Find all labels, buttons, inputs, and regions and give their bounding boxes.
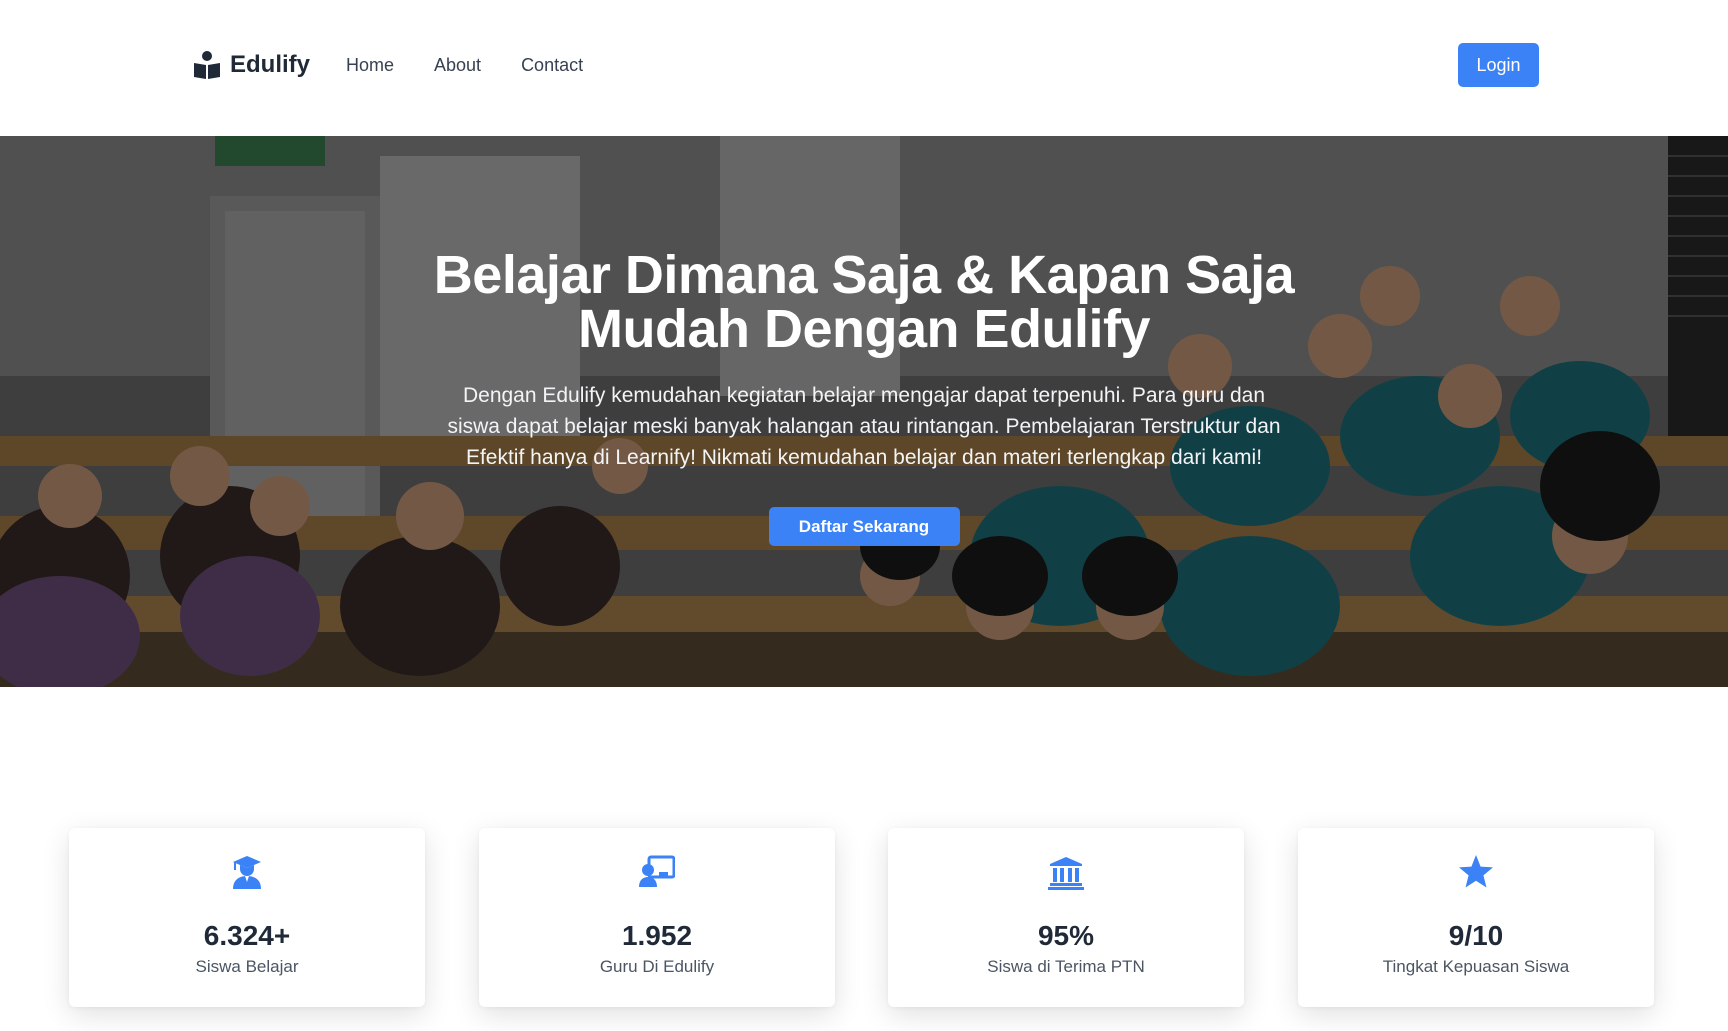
stat-card-teachers: 1.952 Guru Di Edulify xyxy=(479,828,835,1007)
login-button[interactable]: Login xyxy=(1458,43,1539,87)
nav-links: Home About Contact xyxy=(346,52,583,78)
stats-section: 6.324+ Siswa Belajar 1.952 Guru Di Eduli… xyxy=(69,828,1655,1007)
teacher-board-icon xyxy=(639,855,675,887)
hero-title: Belajar Dimana Saja & Kapan Saja Mudah D… xyxy=(364,248,1364,356)
register-now-button[interactable]: Daftar Sekarang xyxy=(768,507,960,546)
stat-card-students: 6.324+ Siswa Belajar xyxy=(69,828,425,1007)
hero-section: Belajar Dimana Saja & Kapan Saja Mudah D… xyxy=(0,136,1728,687)
star-icon xyxy=(1459,855,1493,888)
stat-label: Siswa Belajar xyxy=(195,957,299,976)
university-icon xyxy=(1048,857,1084,890)
stat-card-satisfaction: 9/10 Tingkat Kepuasan Siswa xyxy=(1298,828,1654,1007)
graduate-icon xyxy=(233,856,261,889)
nav-contact-link[interactable]: Contact xyxy=(521,55,583,75)
hero-description: Dengan Edulify kemudahan kegiatan belaja… xyxy=(447,384,1281,469)
stat-value: 9/10 xyxy=(1448,920,1504,951)
stat-label: Guru Di Edulify xyxy=(599,957,715,976)
hero-title-line2: Mudah Dengan Edulify xyxy=(577,299,1151,359)
stat-card-ptn: 95% Siswa di Terima PTN xyxy=(888,828,1244,1007)
brand-logo[interactable]: Edulify xyxy=(192,48,310,82)
stat-value: 1.952 xyxy=(621,920,693,951)
hero-title-line1: Belajar Dimana Saja & Kapan Saja xyxy=(433,245,1295,305)
navbar: Edulify Home About Contact Login xyxy=(0,0,1728,136)
stat-label: Tingkat Kepuasan Siswa xyxy=(1382,957,1570,976)
hero-content: Belajar Dimana Saja & Kapan Saja Mudah D… xyxy=(364,248,1364,546)
nav-about-link[interactable]: About xyxy=(434,55,481,75)
stat-value: 95% xyxy=(1037,920,1095,951)
stat-label: Siswa di Terima PTN xyxy=(987,957,1145,976)
brand-name: Edulify xyxy=(230,51,311,78)
book-reader-icon xyxy=(194,51,220,79)
stat-value: 6.324+ xyxy=(203,920,291,951)
nav-home-link[interactable]: Home xyxy=(346,55,394,75)
